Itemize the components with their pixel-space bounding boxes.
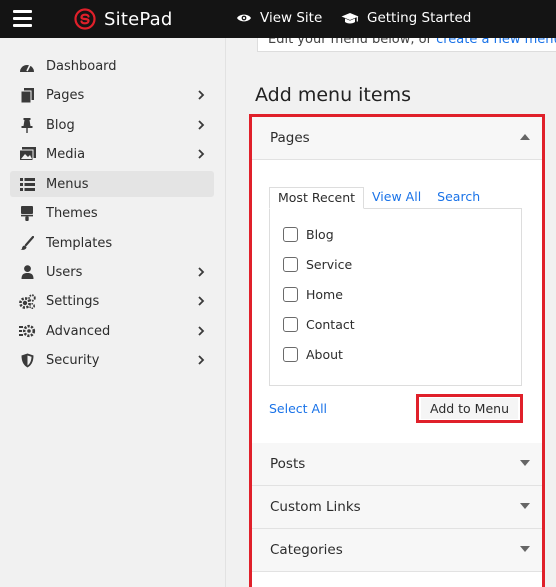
view-site-link[interactable]: View Site (236, 8, 322, 28)
list-item[interactable]: Service (283, 255, 352, 273)
checkbox[interactable] (283, 226, 298, 242)
pages-tabs: Most Recent View All Search (269, 187, 488, 209)
sidebar-item-label: Dashboard (46, 58, 117, 74)
menus-icon (18, 176, 36, 192)
checkbox[interactable] (283, 256, 298, 272)
list-item[interactable]: Home (283, 285, 343, 303)
chevron-right-icon (198, 149, 205, 159)
page-label: About (306, 346, 343, 362)
sidebar-item-users[interactable]: Users (10, 259, 214, 285)
sidebar-item-label: Media (46, 146, 86, 162)
sidebar-item-label: Users (46, 264, 83, 280)
checkbox[interactable] (283, 286, 298, 302)
view-site-label: View Site (260, 10, 323, 26)
page-label: Home (306, 286, 343, 302)
getting-started-link[interactable]: Getting Started (341, 8, 471, 28)
brand-name: SitePad (104, 8, 173, 30)
sidebar-item-pages[interactable]: Pages (10, 82, 214, 108)
sidebar-item-label: Blog (46, 117, 75, 133)
shield-icon (18, 352, 36, 368)
graduation-cap-icon (341, 12, 359, 23)
list-item[interactable]: About (283, 345, 343, 363)
caret-down-icon (520, 460, 530, 466)
pages-panel-body: Most Recent View All Search Blog Service… (252, 160, 542, 443)
posts-panel-header[interactable]: Posts (252, 443, 542, 486)
categories-panel-header[interactable]: Categories (252, 529, 542, 572)
sidebar-item-settings[interactable]: Settings (10, 288, 214, 314)
chevron-right-icon (198, 326, 205, 336)
sidebar-item-menus[interactable]: Menus (10, 171, 214, 197)
page-label: Service (306, 256, 353, 272)
advanced-icon (18, 323, 36, 339)
sitepad-logo-icon (74, 8, 96, 30)
add-to-menu-button[interactable]: Add to Menu (421, 398, 518, 419)
sidebar-item-label: Themes (46, 205, 98, 221)
chevron-right-icon (198, 267, 205, 277)
pages-panel-title: Pages (270, 130, 310, 146)
pages-icon (18, 87, 36, 103)
checkbox[interactable] (283, 316, 298, 332)
sidebar-item-label: Menus (46, 176, 89, 192)
sidebar-item-blog[interactable]: Blog (10, 112, 214, 138)
chevron-right-icon (198, 90, 205, 100)
tab-view-all[interactable]: View All (364, 187, 429, 209)
info-text: Edit your menu below, or create a new me… (268, 38, 556, 47)
sidebar-item-themes[interactable]: Themes (10, 200, 214, 226)
sidebar-item-label: Settings (46, 293, 100, 309)
brush-icon (18, 235, 36, 251)
list-item[interactable]: Contact (283, 315, 355, 333)
custom-links-panel-title: Custom Links (270, 499, 361, 515)
sidebar: Dashboard Pages Blog Media Menus Themes (0, 38, 226, 587)
caret-down-icon (520, 503, 530, 509)
pin-icon (18, 117, 36, 133)
tab-most-recent[interactable]: Most Recent (269, 187, 365, 209)
info-notice: Edit your menu below, or create a new me… (257, 38, 556, 52)
caret-up-icon (520, 134, 530, 140)
pages-checklist: Blog Service Home Contact About (269, 208, 522, 386)
sidebar-item-advanced[interactable]: Advanced (10, 318, 214, 344)
settings-icon (18, 293, 36, 309)
main-content: Edit your menu below, or create a new me… (227, 38, 556, 587)
top-bar: SitePad View Site Getting Started (0, 0, 556, 38)
checkbox[interactable] (283, 346, 298, 362)
sidebar-item-media[interactable]: Media (10, 141, 214, 167)
sidebar-item-label: Security (46, 352, 100, 368)
brand[interactable]: SitePad (74, 6, 172, 32)
select-all-link[interactable]: Select All (269, 401, 327, 416)
sidebar-item-dashboard[interactable]: Dashboard (10, 53, 214, 79)
posts-panel-title: Posts (270, 456, 306, 472)
tab-search[interactable]: Search (429, 187, 488, 209)
add-to-menu-highlight: Add to Menu (416, 394, 523, 423)
chevron-right-icon (198, 120, 205, 130)
create-menu-link[interactable]: create a new menu. (436, 38, 556, 47)
chevron-right-icon (198, 296, 205, 306)
sidebar-item-label: Pages (46, 87, 85, 103)
list-item[interactable]: Blog (283, 225, 334, 243)
categories-panel-title: Categories (270, 542, 343, 558)
dashboard-icon (18, 58, 36, 74)
sidebar-item-templates[interactable]: Templates (10, 230, 214, 256)
sidebar-item-label: Templates (46, 235, 113, 251)
sidebar-item-label: Advanced (46, 323, 111, 339)
custom-links-panel-header[interactable]: Custom Links (252, 486, 542, 529)
eye-icon (237, 14, 251, 22)
page-label: Contact (306, 316, 355, 332)
caret-down-icon (520, 546, 530, 552)
page-label: Blog (306, 226, 334, 242)
themes-icon (18, 205, 36, 221)
getting-started-label: Getting Started (367, 10, 472, 26)
page-title: Add menu items (255, 84, 411, 106)
add-menu-items-accordion: Pages Most Recent View All Search Blog S… (249, 114, 545, 587)
media-icon (18, 146, 36, 162)
info-text-label: Edit your menu below, or (268, 38, 437, 47)
hamburger-icon[interactable] (13, 10, 32, 27)
sidebar-item-security[interactable]: Security (10, 347, 214, 373)
pages-panel-header[interactable]: Pages (252, 117, 542, 160)
chevron-right-icon (198, 355, 205, 365)
user-icon (18, 264, 36, 280)
